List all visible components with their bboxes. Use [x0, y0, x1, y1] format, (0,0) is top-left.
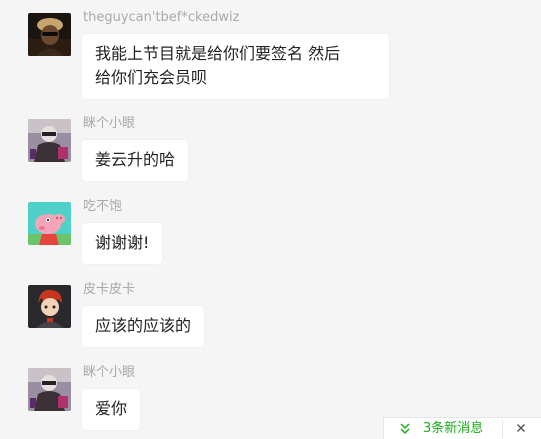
- divider: [502, 420, 503, 438]
- close-icon[interactable]: [514, 421, 528, 435]
- message-bubble[interactable]: 应该的应该的: [82, 306, 205, 347]
- person-dark-avatar: [28, 13, 71, 56]
- double-chevron-down-icon: [400, 423, 410, 435]
- sender-avatar[interactable]: [28, 368, 71, 411]
- sender-name: 眯个小眼: [83, 116, 136, 131]
- message-bubble[interactable]: 姜云升的哈: [82, 140, 189, 181]
- sender-name: 眯个小眼: [83, 365, 136, 380]
- message-bubble[interactable]: 爱你: [82, 389, 141, 430]
- sender-name: 皮卡皮卡: [83, 282, 136, 297]
- peppa-pig-avatar: [28, 202, 71, 245]
- message-bubble[interactable]: 谢谢谢!: [82, 223, 163, 264]
- sender-name: theguycan'tbef*ckedwiz: [83, 10, 240, 25]
- sender-avatar[interactable]: [28, 119, 71, 162]
- cartoon-character-avatar: [28, 285, 71, 328]
- sender-avatar[interactable]: [28, 202, 71, 245]
- new-messages-bar[interactable]: 3条新消息: [383, 417, 541, 439]
- chat-message-list[interactable]: theguycan'tbef*ckedwiz 我能上节目就是给你们要签名 然后 …: [0, 0, 541, 439]
- message-bubble[interactable]: 我能上节目就是给你们要签名 然后 给你们充会员呗: [82, 34, 389, 99]
- sender-avatar[interactable]: [28, 13, 71, 56]
- person-mask-avatar: [28, 119, 71, 162]
- sender-name: 吃不饱: [83, 199, 123, 214]
- person-mask-avatar: [28, 368, 71, 411]
- sender-avatar[interactable]: [28, 285, 71, 328]
- new-messages-label[interactable]: 3条新消息: [423, 421, 483, 437]
